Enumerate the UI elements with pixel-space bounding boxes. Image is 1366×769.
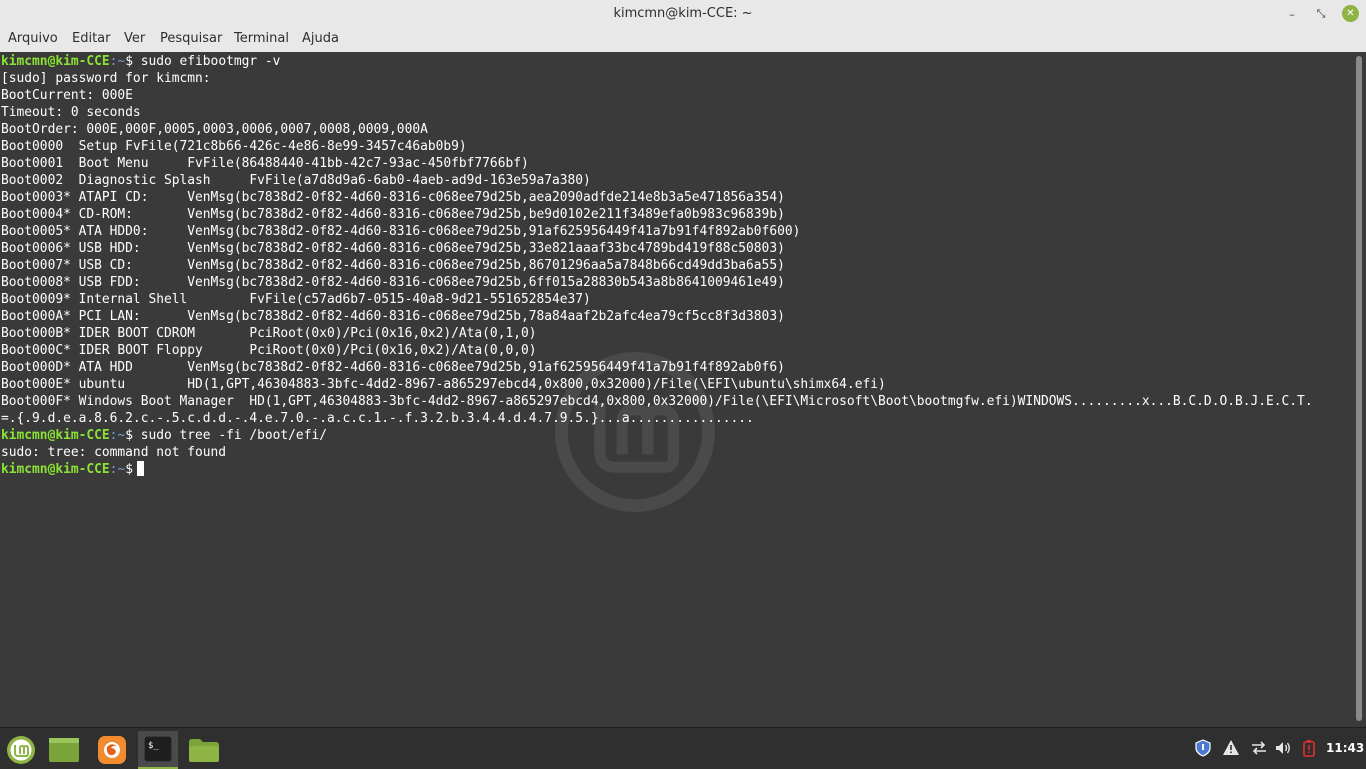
minimize-icon: – [1289,7,1295,21]
text-cursor [136,461,144,476]
prompt-symbol: $ [125,428,133,443]
menu-pesquisar[interactable]: Pesquisar [160,31,222,46]
output-line: Boot000D* ATA HDD VenMsg(bc7838d2-0f82-4… [1,360,785,375]
output-line: Boot0009* Internal Shell FvFile(c57ad6b7… [1,292,591,307]
output-line: Boot000C* IDER BOOT Floppy PciRoot(0x0)/… [1,343,537,358]
menu-arquivo[interactable]: Arquivo [8,31,58,46]
output-line: Timeout: 0 seconds [1,105,141,120]
output-line: BootOrder: 000E,000F,0005,0003,0006,0007… [1,122,428,137]
close-icon: ✕ [1346,8,1355,19]
output-line: Boot0003* ATAPI CD: VenMsg(bc7838d2-0f82… [1,190,785,205]
svg-text:$_: $_ [148,741,159,751]
output-line: Boot0001 Boot Menu FvFile(86488440-41bb-… [1,156,529,171]
minimize-button[interactable]: – [1282,4,1302,24]
taskbar: $_ 11:43 [0,727,1366,769]
shield-icon[interactable] [1194,739,1212,757]
terminal-output[interactable]: kimcmn@kim-CCE:~$ sudo efibootmgr -v [sud… [0,52,1352,727]
prompt-path: :~ [109,54,126,69]
output-line: Boot000F* Windows Boot Manager HD(1,GPT,… [1,394,1313,409]
prompt-user: kimcmn@kim-CCE [1,54,110,69]
output-line: [sudo] password for kimcmn: [1,71,211,86]
terminal-taskbar-button[interactable]: $_ [138,731,178,769]
prompt-path: :~ [109,428,126,443]
output-line: Boot0005* ATA HDD0: VenMsg(bc7838d2-0f82… [1,224,801,239]
output-line: sudo: tree: command not found [1,445,227,460]
output-line: Boot0006* USB HDD: VenMsg(bc7838d2-0f82-… [1,241,785,256]
clock[interactable]: 11:43 [1326,741,1364,755]
prompt-line: kimcmn@kim-CCE:~$ sudo tree -fi /boot/ef… [1,427,1313,444]
prompt-symbol: $ [125,54,133,69]
output-line: =.{.9.d.e.a.8.6.2.c.-.5.c.d.d.-.4.e.7.0.… [1,411,754,426]
volume-icon[interactable] [1274,739,1292,757]
output-line: BootCurrent: 000E [1,88,133,103]
menu-bar: Arquivo Editar Ver Pesquisar Terminal Aj… [0,28,1366,52]
prompt-symbol: $ [125,462,133,477]
output-line: Boot0002 Diagnostic Splash FvFile(a7d8d9… [1,173,591,188]
terminal-scrollbar[interactable] [1354,52,1366,727]
warning-icon[interactable] [1222,739,1240,757]
menu-ver[interactable]: Ver [124,31,145,46]
network-icon[interactable] [1250,739,1268,757]
desktop-icon [49,738,79,762]
close-button[interactable]: ✕ [1342,5,1359,22]
battery-icon[interactable] [1300,739,1318,757]
menu-terminal[interactable]: Terminal [234,31,289,46]
output-line: Boot000E* ubuntu HD(1,GPT,46304883-3bfc-… [1,377,886,392]
terminal-lines: kimcmn@kim-CCE:~$ sudo efibootmgr -v [sud… [1,53,1313,478]
window-titlebar[interactable]: kimcmn@kim-CCE: ~ – ⤡ ✕ [0,0,1366,28]
menu-editar[interactable]: Editar [72,31,111,46]
terminal-icon: $_ [144,736,172,762]
mint-menu-button[interactable] [2,731,40,769]
scrollbar-thumb[interactable] [1356,56,1362,721]
prompt-line: kimcmn@kim-CCE:~$ [1,461,1313,478]
output-line: Boot0007* USB CD: VenMsg(bc7838d2-0f82-4… [1,258,785,273]
prompt-path: :~ [109,462,126,477]
output-line: Boot0000 Setup FvFile(721c8b66-426c-4e86… [1,139,467,154]
show-desktop-button[interactable] [45,731,83,769]
linux-mint-logo-icon [7,736,35,764]
firefox-icon [98,736,126,764]
menu-ajuda[interactable]: Ajuda [302,31,339,46]
folder-icon [189,739,219,762]
output-line: Boot000A* PCI LAN: VenMsg(bc7838d2-0f82-… [1,309,785,324]
command-text: sudo tree -fi /boot/efi/ [132,428,327,443]
command-text: sudo efibootmgr -v [132,54,281,69]
maximize-button[interactable]: ⤡ [1311,4,1331,24]
files-button[interactable] [185,731,223,769]
window-title: kimcmn@kim-CCE: ~ [613,6,753,21]
maximize-icon: ⤡ [1316,7,1326,20]
output-line: Boot000B* IDER BOOT CDROM PciRoot(0x0)/P… [1,326,537,341]
prompt-user: kimcmn@kim-CCE [1,428,110,443]
prompt-line: kimcmn@kim-CCE:~$ sudo efibootmgr -v [1,53,1313,70]
firefox-button[interactable] [93,731,131,769]
prompt-user: kimcmn@kim-CCE [1,462,110,477]
output-line: Boot0008* USB FDD: VenMsg(bc7838d2-0f82-… [1,275,785,290]
output-line: Boot0004* CD-ROM: VenMsg(bc7838d2-0f82-4… [1,207,785,222]
